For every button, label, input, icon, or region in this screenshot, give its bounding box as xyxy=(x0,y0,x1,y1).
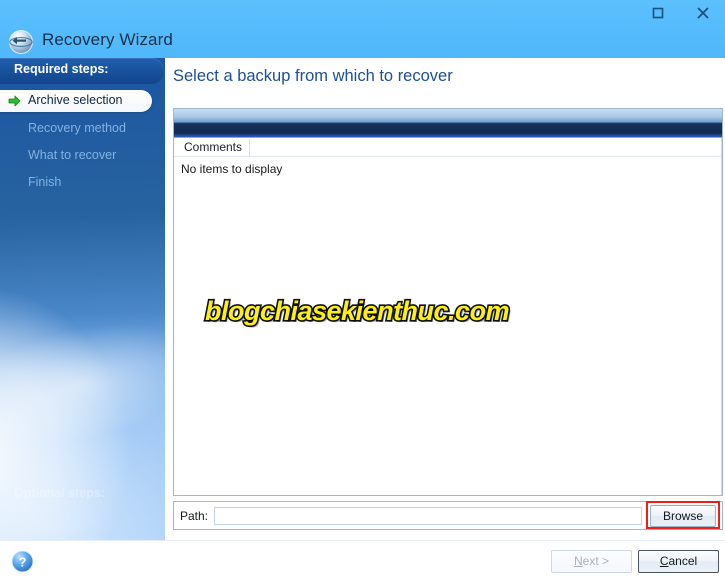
list-right-rule xyxy=(721,138,722,495)
sidebar-item-label: What to recover xyxy=(28,148,117,162)
next-button-label: Next > xyxy=(573,554,610,568)
help-icon[interactable]: ? xyxy=(11,550,34,573)
close-button[interactable] xyxy=(680,0,725,26)
window-title: Recovery Wizard xyxy=(42,30,173,49)
path-input[interactable] xyxy=(214,507,642,525)
sidebar-item-label: Finish xyxy=(28,175,62,189)
sidebar-item-what-to-recover[interactable]: What to recover xyxy=(0,145,150,167)
list-column-header-row: Comments xyxy=(174,138,722,157)
main-panel: Select a backup from which to recover Co… xyxy=(165,58,725,540)
column-divider[interactable] xyxy=(249,139,250,156)
path-label: Path: xyxy=(180,509,209,523)
maximize-button[interactable] xyxy=(635,0,680,26)
sidebar-item-finish[interactable]: Finish xyxy=(0,172,150,194)
footer-bar: ? Next > Cancel xyxy=(0,540,725,580)
cancel-button[interactable]: Cancel xyxy=(638,550,719,573)
green-arrow-icon xyxy=(8,95,21,107)
sidebar-item-label: Recovery method xyxy=(28,121,126,135)
path-row: Path: Browse xyxy=(173,501,723,530)
optional-steps-heading: Optional steps: xyxy=(14,486,105,500)
recovery-wizard-window: Recovery Wizard Required steps: Archive … xyxy=(0,0,725,580)
sidebar-item-archive-selection[interactable]: Archive selection xyxy=(0,90,152,112)
required-steps-band: Required steps: xyxy=(0,58,163,84)
svg-text:?: ? xyxy=(19,554,27,569)
sidebar-item-label: Archive selection xyxy=(28,93,123,107)
sidebar-sheen xyxy=(0,276,165,490)
cancel-button-label: Cancel xyxy=(659,554,698,568)
list-empty-message: No items to display xyxy=(181,162,283,176)
required-steps-heading: Required steps: xyxy=(14,62,109,76)
recovery-globe-icon xyxy=(8,29,34,55)
close-icon xyxy=(696,7,709,19)
browse-button[interactable]: Browse xyxy=(650,505,716,527)
column-header-comments[interactable]: Comments xyxy=(184,140,242,154)
title-bar: Recovery Wizard xyxy=(0,0,725,58)
list-toolbar xyxy=(174,109,722,138)
sidebar-item-recovery-method[interactable]: Recovery method xyxy=(0,118,150,140)
maximize-icon xyxy=(652,7,663,19)
page-title: Select a backup from which to recover xyxy=(173,67,453,85)
next-button[interactable]: Next > xyxy=(551,550,632,573)
backup-list-view[interactable]: Comments No items to display xyxy=(173,108,723,496)
wizard-sidebar: Required steps: Archive selection Recove… xyxy=(0,58,165,540)
